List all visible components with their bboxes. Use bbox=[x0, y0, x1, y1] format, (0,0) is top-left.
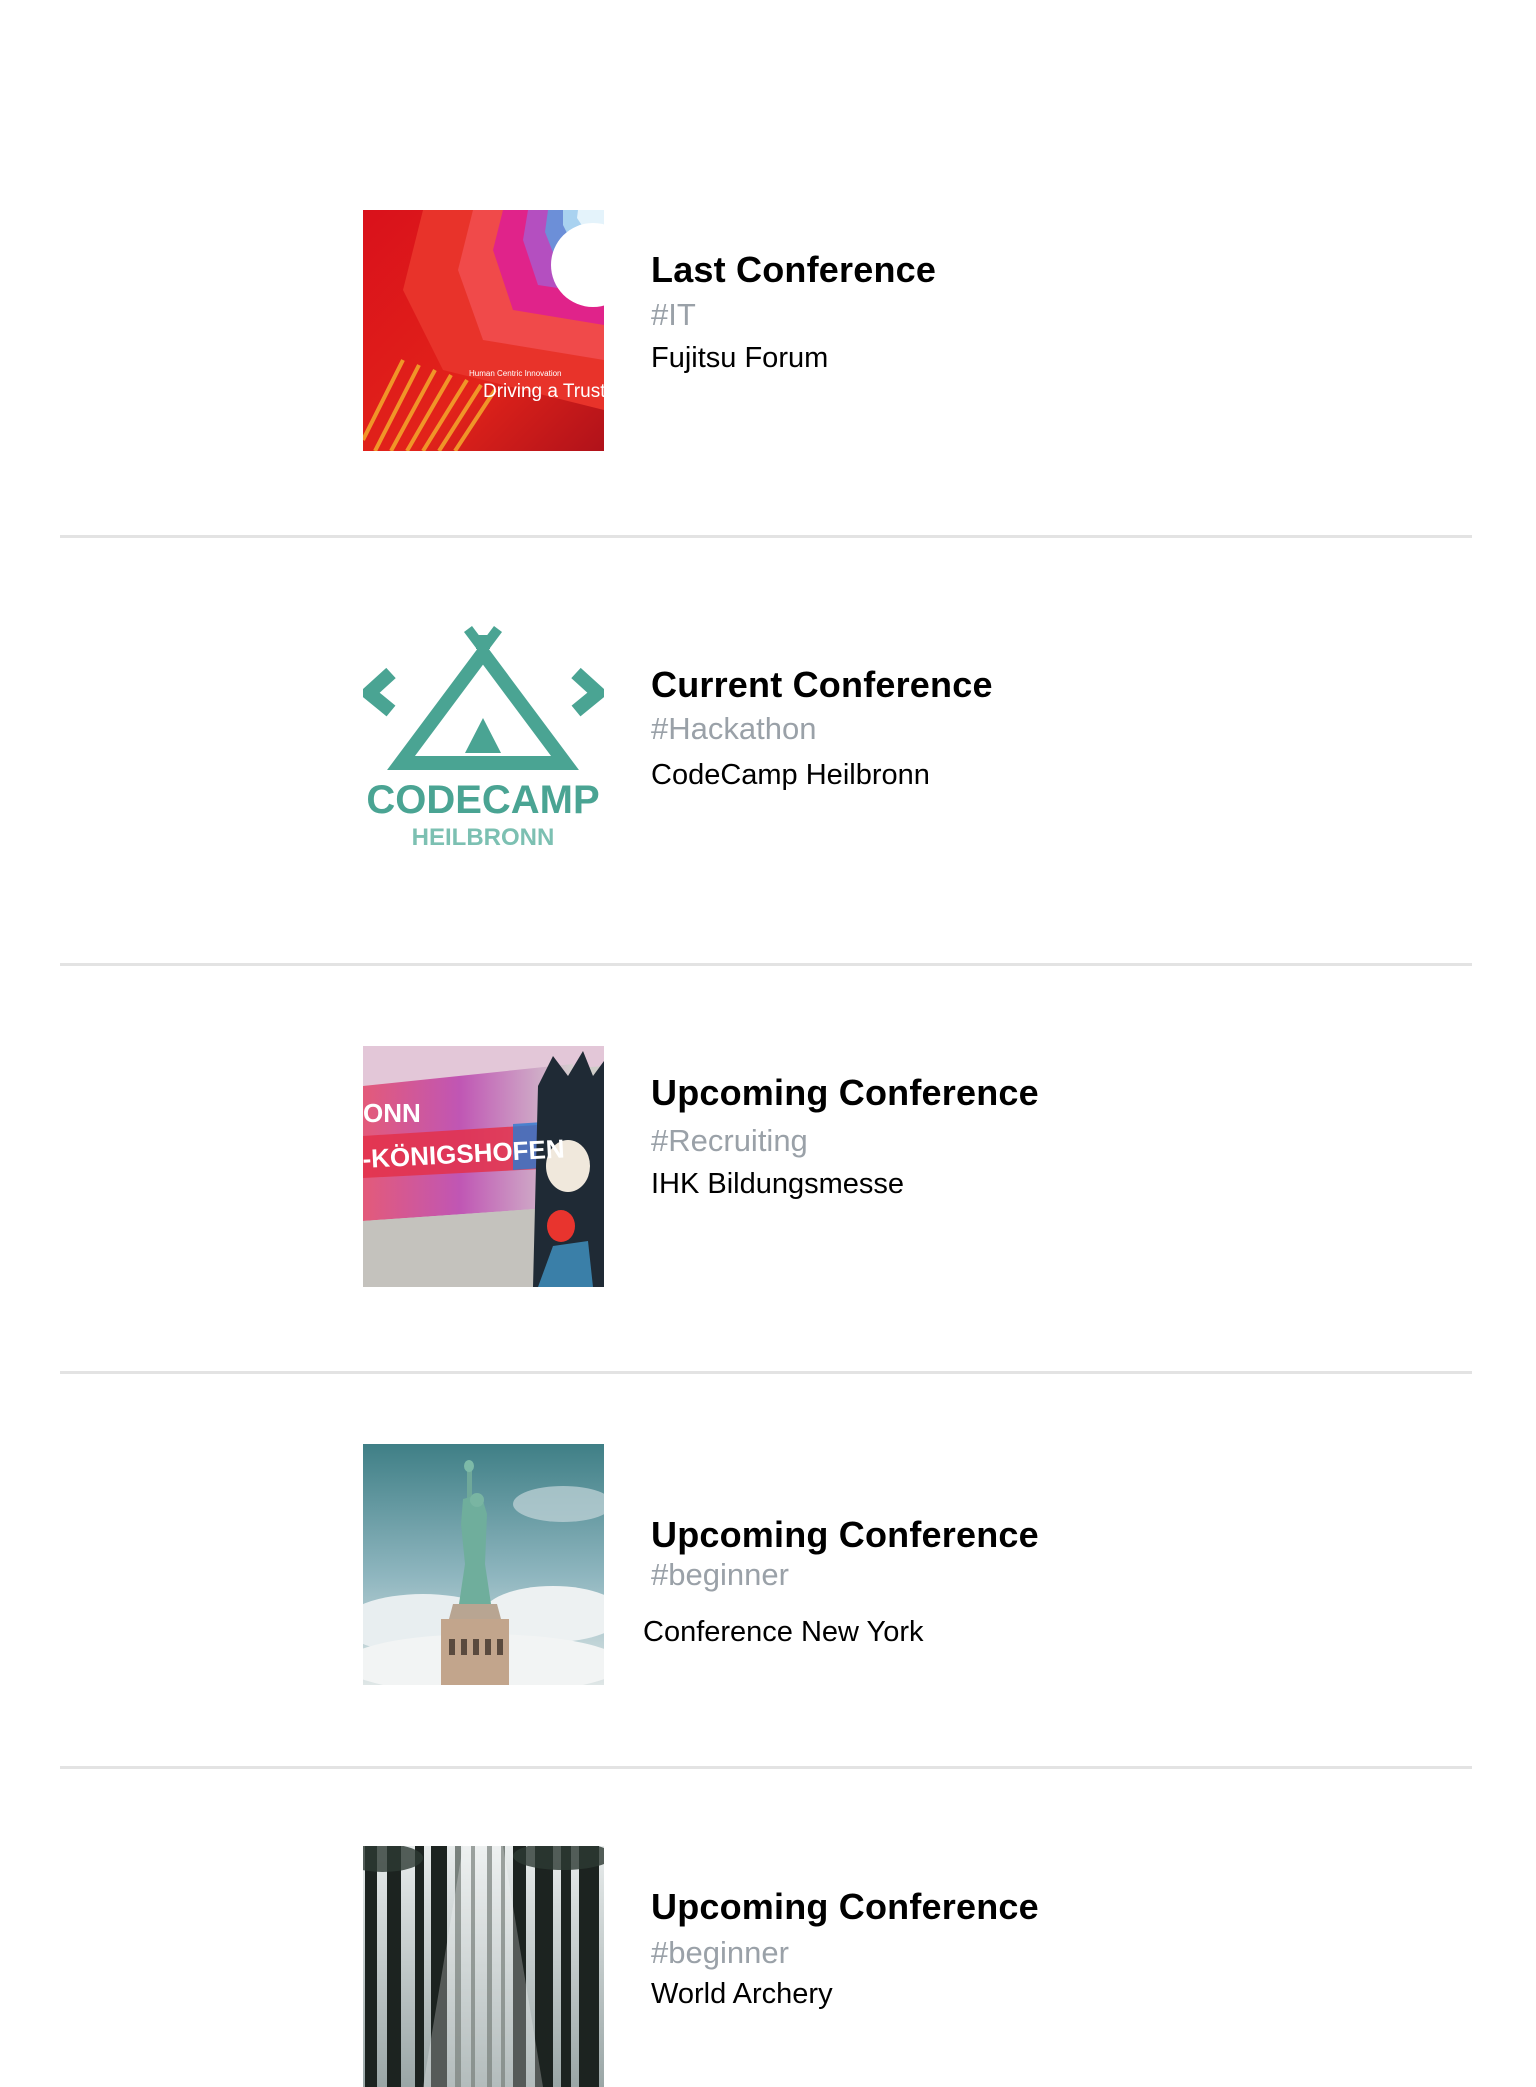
forest-photo-icon bbox=[363, 1846, 604, 2087]
conference-tag: #beginner bbox=[651, 1557, 789, 1592]
conference-row-codecamp-heilbronn[interactable]: CODECAMP HEILBRONN Current Conference #H… bbox=[0, 540, 1536, 965]
conference-name: CodeCamp Heilbronn bbox=[651, 759, 930, 791]
conference-status-title: Upcoming Conference bbox=[651, 1072, 1039, 1113]
conference-text: Upcoming Conference #beginner Conference… bbox=[643, 1374, 1351, 1766]
conference-row-conference-new-york[interactable]: Upcoming Conference #beginner Conference… bbox=[0, 1374, 1536, 1766]
conference-row-world-archery[interactable]: Upcoming Conference #beginner World Arch… bbox=[0, 1769, 1536, 2087]
conference-tag: #IT bbox=[651, 297, 696, 332]
codecamp-logo-subtext: HEILBRONN bbox=[412, 824, 555, 851]
bildungsmesse-thumbnail: ONN -KÖNIGSHOFEN bbox=[363, 1046, 604, 1287]
conference-name: IHK Bildungsmesse bbox=[651, 1168, 905, 1200]
conference-name: World Archery bbox=[651, 1978, 833, 2010]
statue-of-liberty-photo-icon bbox=[363, 1444, 604, 1685]
conference-name: Conference New York bbox=[643, 1616, 924, 1648]
conference-name: Fujitsu Forum bbox=[651, 342, 829, 374]
conference-status-title: Upcoming Conference bbox=[651, 1886, 1039, 1927]
conference-row-ihk-bildungsmesse[interactable]: ONN -KÖNIGSHOFEN Upcoming Conference #Re… bbox=[0, 966, 1536, 1374]
row-separator bbox=[60, 535, 1472, 538]
conference-text: Last Conference #IT Fujitsu Forum bbox=[651, 0, 1351, 540]
conference-text: Upcoming Conference #beginner World Arch… bbox=[651, 1769, 1351, 2048]
codecamp-thumbnail: CODECAMP HEILBRONN bbox=[363, 623, 604, 864]
conference-text: Current Conference #Hackathon CodeCamp H… bbox=[651, 540, 1351, 965]
fujitsu-caption-small: Human Centric Innovation bbox=[469, 369, 562, 378]
bildungsmesse-line-1: ONN bbox=[363, 1098, 421, 1128]
world-archery-thumbnail bbox=[363, 1846, 604, 2087]
conference-list: Human Centric Innovation Driving a Trust… bbox=[0, 0, 1536, 2087]
codecamp-logo-text: CODECAMP bbox=[366, 778, 599, 822]
conference-text: Upcoming Conference #Recruiting IHK Bild… bbox=[651, 966, 1351, 1374]
fujitsu-caption: Driving a Trust bbox=[483, 381, 604, 402]
new-york-thumbnail bbox=[363, 1444, 604, 1685]
conference-status-title: Current Conference bbox=[651, 664, 993, 705]
conference-tag: #beginner bbox=[651, 1935, 789, 1970]
fujitsu-forum-banner-icon: Human Centric Innovation Driving a Trust bbox=[363, 210, 604, 451]
conference-tag: #Hackathon bbox=[651, 711, 817, 746]
bildungsmesse-poster-icon: ONN -KÖNIGSHOFEN bbox=[363, 1046, 604, 1287]
conference-status-title: Upcoming Conference bbox=[651, 1514, 1039, 1555]
conference-status-title: Last Conference bbox=[651, 249, 937, 290]
fujitsu-forum-thumbnail: Human Centric Innovation Driving a Trust bbox=[363, 210, 604, 451]
codecamp-tent-logo-icon: CODECAMP HEILBRONN bbox=[363, 623, 604, 864]
conference-row-fujitsu-forum[interactable]: Human Centric Innovation Driving a Trust… bbox=[0, 0, 1536, 540]
conference-tag: #Recruiting bbox=[651, 1123, 808, 1158]
